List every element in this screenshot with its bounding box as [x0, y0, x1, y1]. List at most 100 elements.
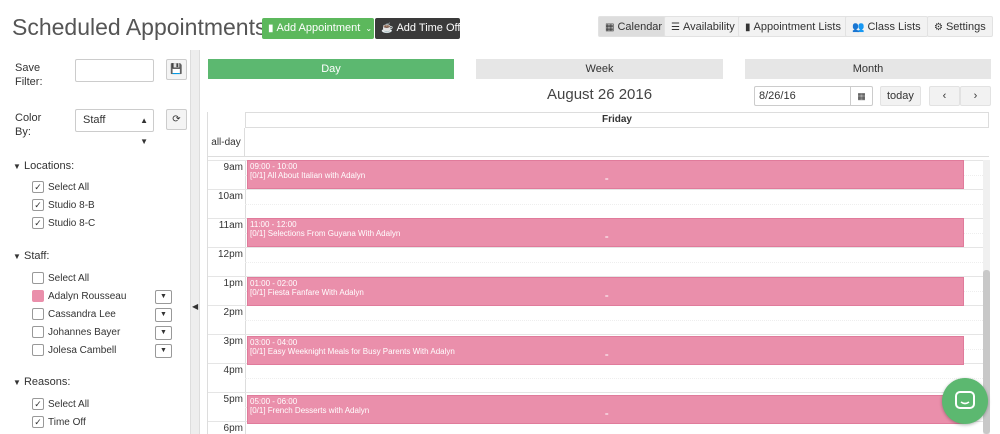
resize-handle[interactable]: = [605, 352, 609, 361]
reason-item[interactable]: ✓ Select All [32, 396, 89, 412]
next-button[interactable]: › [960, 86, 991, 106]
day-column-header: Friday [245, 112, 989, 128]
checkbox[interactable]: ✓ [32, 199, 44, 211]
staff-section-toggle[interactable]: ▼ Staff: [13, 250, 49, 262]
save-filter-button[interactable]: 💾 [166, 59, 187, 80]
staff-dropdown-button[interactable]: ▼ [155, 326, 172, 340]
calendar-nav-button[interactable]: ▦ Calendar [598, 16, 670, 37]
caret-down-icon: ▼ [13, 162, 21, 171]
day-view-tab[interactable]: Day [208, 59, 454, 79]
chat-launcher-button[interactable] [942, 378, 988, 424]
staff-item[interactable]: Adalyn Rousseau [32, 288, 126, 304]
color-swatch[interactable] [32, 290, 44, 302]
today-button[interactable]: today [880, 86, 921, 106]
resize-handle[interactable]: = [605, 176, 609, 185]
appointment-event[interactable]: 11:00 - 12:00 [0/1] Selections From Guya… [247, 218, 964, 247]
users-icon: 👥 [852, 22, 865, 33]
location-item[interactable]: ✓ Studio 8-C [32, 215, 95, 231]
calendar-icon[interactable]: ▦ [850, 87, 872, 105]
event-time: 05:00 - 06:00 [250, 397, 298, 406]
settings-nav-button[interactable]: ⚙ Settings [927, 16, 993, 37]
page-title: Scheduled Appointments [12, 14, 267, 40]
hour-label: 6pm [223, 423, 243, 434]
caret-down-icon: ▼ [160, 293, 167, 300]
reasons-section-toggle[interactable]: ▼ Reasons: [13, 376, 70, 388]
collapse-left-icon[interactable]: ◀ [192, 302, 198, 311]
appointment-event[interactable]: 03:00 - 04:00 [0/1] Easy Weeknight Meals… [247, 336, 964, 365]
location-item[interactable]: ✓ Select All [32, 179, 89, 195]
resize-handle[interactable]: = [605, 293, 609, 302]
checkbox[interactable]: ✓ [32, 217, 44, 229]
refresh-button[interactable]: ⟳ [166, 109, 187, 130]
event-time: 09:00 - 10:00 [250, 162, 298, 171]
checkbox[interactable] [32, 272, 44, 284]
appointment-lists-nav-button[interactable]: ▮ Appointment Lists [738, 16, 848, 37]
book-icon: ▮ [268, 23, 274, 34]
staff-dropdown-button[interactable]: ▼ [155, 344, 172, 358]
floppy-icon: 💾 [170, 64, 183, 75]
list-icon: ☰ [671, 22, 680, 33]
date-picker-input[interactable]: 8/26/16 ▦ [754, 86, 873, 106]
calendar-date-title: August 26 2016 [547, 86, 653, 103]
hour-label: 12pm [217, 249, 243, 260]
staff-dropdown-button[interactable]: ▼ [155, 290, 172, 304]
availability-nav-button[interactable]: ☰ Availability [664, 16, 742, 37]
caret-down-icon: ▼ [160, 311, 167, 318]
save-filter-input[interactable] [75, 59, 154, 82]
all-day-row[interactable]: all-day [208, 128, 989, 157]
caret-down-icon: ▼ [160, 347, 167, 354]
filter-sidebar: Save Filter: 💾 Color By: Staff ▲ ▼ ⟳ ▼ Lo… [0, 50, 190, 434]
hour-label: 2pm [223, 307, 243, 318]
hour-label: 9am [223, 162, 243, 173]
week-view-tab[interactable]: Week [476, 59, 723, 79]
checkbox[interactable] [32, 308, 44, 320]
hour-row[interactable]: 10am [208, 189, 989, 218]
chevron-left-icon: ‹ [942, 90, 947, 102]
color-by-label: Color By: [15, 112, 42, 138]
appointment-event[interactable]: 09:00 - 10:00 [0/1] All About Italian wi… [247, 160, 964, 189]
add-appointment-button[interactable]: ▮ Add Appointment ⌄ [262, 18, 374, 39]
top-bar: Scheduled Appointments ▮ Add Appointment … [0, 0, 1000, 50]
calendar-icon: ▦ [605, 22, 615, 33]
prev-button[interactable]: ‹ [929, 86, 960, 106]
caret-down-icon: ▼ [160, 329, 167, 336]
class-lists-nav-button[interactable]: 👥 Class Lists [845, 16, 928, 37]
staff-item[interactable]: Cassandra Lee [32, 306, 116, 322]
sidebar-splitter[interactable]: ◀ [190, 50, 200, 434]
hour-row[interactable]: 12pm [208, 247, 989, 276]
all-day-label: all-day [208, 128, 245, 157]
checkbox[interactable] [32, 326, 44, 338]
color-by-select[interactable]: Staff ▲ ▼ [75, 109, 154, 146]
locations-section-toggle[interactable]: ▼ Locations: [13, 160, 74, 172]
caret-down-icon: ▼ [13, 378, 21, 387]
staff-dropdown-button[interactable]: ▼ [155, 308, 172, 322]
coffee-icon: ☕ [381, 23, 394, 34]
hour-label: 1pm [223, 278, 243, 289]
appointment-event[interactable]: 05:00 - 06:00 [0/1] French Desserts with… [247, 395, 964, 424]
checkbox[interactable]: ✓ [32, 181, 44, 193]
resize-handle[interactable]: = [605, 411, 609, 420]
refresh-icon: ⟳ [172, 114, 181, 125]
event-time: 11:00 - 12:00 [250, 220, 297, 229]
checkbox[interactable] [32, 344, 44, 356]
save-filter-label: Save Filter: [15, 62, 43, 88]
caret-down-icon: ▼ [13, 252, 21, 261]
hour-label: 5pm [223, 394, 243, 405]
checkbox[interactable]: ✓ [32, 416, 44, 428]
hour-row[interactable]: 2pm [208, 305, 989, 334]
staff-item[interactable]: Jolesa Cambell [32, 342, 116, 358]
staff-item[interactable]: Johannes Bayer [32, 324, 120, 340]
staff-item[interactable]: Select All [32, 270, 89, 286]
gear-icon: ⚙ [934, 22, 943, 33]
checkbox[interactable]: ✓ [32, 398, 44, 410]
month-view-tab[interactable]: Month [745, 59, 991, 79]
hour-row[interactable]: 4pm [208, 363, 989, 392]
location-item[interactable]: ✓ Studio 8-B [32, 197, 95, 213]
appointment-event[interactable]: 01:00 - 02:00 [0/1] Fiesta Fanfare With … [247, 277, 964, 306]
chevron-down-icon: ⌄ [365, 24, 373, 33]
hour-label: 3pm [223, 336, 243, 347]
resize-handle[interactable]: = [605, 234, 609, 243]
add-time-off-button[interactable]: ☕ Add Time Off [375, 18, 460, 39]
time-grid[interactable]: 9am 10am 11am 12pm 1pm 2pm 3pm 4pm 5pm 6… [208, 160, 989, 434]
reason-item[interactable]: ✓ Time Off [32, 414, 86, 430]
